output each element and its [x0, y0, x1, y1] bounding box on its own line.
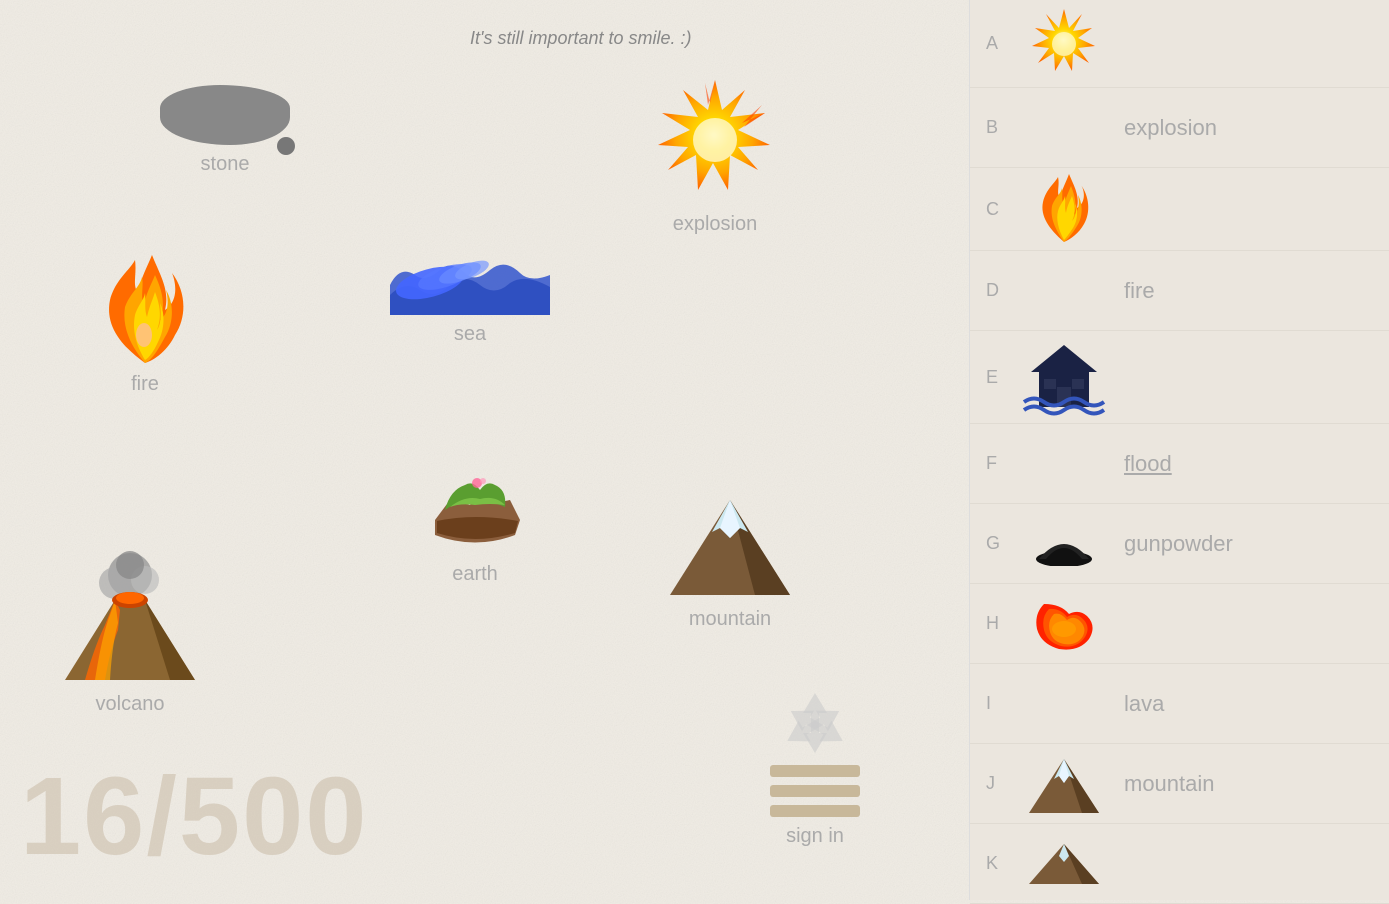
- sidebar-explosion-label-b: explosion: [1124, 115, 1217, 141]
- signin-label: sign in: [786, 825, 844, 848]
- main-area: It's still important to smile. :) stone: [0, 0, 970, 900]
- fire-item[interactable]: fire: [100, 255, 190, 396]
- sidebar-fire-label-d: fire: [1124, 278, 1155, 304]
- sidebar-row-c[interactable]: C: [970, 168, 1389, 251]
- volcano-label: volcano: [96, 693, 165, 716]
- signin-lines-icon: [770, 765, 860, 817]
- mountain-item[interactable]: mountain: [660, 490, 800, 631]
- sidebar-row-b[interactable]: B explosion: [970, 88, 1389, 168]
- sidebar-letter-e: E: [986, 367, 1014, 388]
- sidebar-lava-icon: [1029, 594, 1099, 654]
- sidebar-row-j[interactable]: J mountain: [970, 744, 1389, 824]
- sidebar-letter-i: I: [986, 693, 1014, 714]
- fire-label: fire: [131, 373, 159, 396]
- sidebar-mountain-partial-icon: [1024, 844, 1104, 884]
- explosion-label: explosion: [673, 213, 758, 236]
- sidebar-lava-icon-area: [1014, 594, 1114, 654]
- tagline: It's still important to smile. :): [470, 28, 691, 49]
- sidebar-flood-icon: [1019, 337, 1109, 417]
- sidebar-mountain-partial-icon-area: [1014, 844, 1114, 884]
- progress-counter: 16/500: [20, 753, 368, 880]
- earth-item[interactable]: earth: [415, 455, 535, 586]
- sea-item[interactable]: sea: [390, 255, 550, 346]
- earth-label: earth: [452, 563, 498, 586]
- sidebar-flood-icon-area: [1014, 337, 1114, 417]
- sidebar-gunpowder-label: gunpowder: [1124, 531, 1233, 557]
- sea-icon: [390, 255, 550, 315]
- sidebar-explosion-icon-area: [1014, 6, 1114, 81]
- sidebar-letter-g: G: [986, 533, 1014, 554]
- stone-icon: [160, 85, 290, 145]
- sidebar-row-a[interactable]: A: [970, 0, 1389, 88]
- sidebar-row-h[interactable]: H: [970, 584, 1389, 664]
- sidebar-gunpowder-icon: [1034, 521, 1094, 566]
- sea-label: sea: [454, 323, 486, 346]
- sidebar-row-e[interactable]: E: [970, 331, 1389, 424]
- earth-icon: [415, 455, 535, 555]
- sidebar-letter-d: D: [986, 280, 1014, 301]
- volcano-item[interactable]: volcano: [60, 545, 200, 716]
- sidebar-row-f[interactable]: F flood: [970, 424, 1389, 504]
- sidebar-fire-icon-area: [1014, 174, 1114, 244]
- fire-icon: [100, 255, 190, 365]
- sidebar-fire-icon: [1037, 174, 1092, 244]
- sidebar-row-g[interactable]: G gunpowder: [970, 504, 1389, 584]
- stone-item[interactable]: stone: [160, 85, 290, 176]
- sidebar-mountain-icon: [1024, 751, 1104, 816]
- sidebar-letter-c: C: [986, 199, 1014, 220]
- sidebar-letter-a: A: [986, 33, 1014, 54]
- sidebar-letter-h: H: [986, 613, 1014, 634]
- explosion-icon: [650, 75, 780, 205]
- sidebar-explosion-icon: [1027, 6, 1102, 81]
- sidebar-mountain-icon-area: [1014, 751, 1114, 816]
- sidebar-row-d[interactable]: D fire: [970, 251, 1389, 331]
- stone-label: stone: [201, 153, 250, 176]
- volcano-icon: [60, 545, 200, 685]
- sidebar-mountain-label-j: mountain: [1124, 771, 1215, 797]
- mountain-icon: [660, 490, 800, 600]
- sidebar-row-k[interactable]: K: [970, 824, 1389, 904]
- explosion-item[interactable]: explosion: [650, 75, 780, 236]
- sidebar-gunpowder-icon-area: [1014, 521, 1114, 566]
- recycle-icon: [775, 685, 855, 765]
- sidebar-letter-f: F: [986, 453, 1014, 474]
- sidebar-letter-b: B: [986, 117, 1014, 138]
- sidebar-lava-label-i: lava: [1124, 691, 1164, 717]
- sidebar-row-i[interactable]: I lava: [970, 664, 1389, 744]
- sidebar: A B explosion C: [969, 0, 1389, 900]
- mountain-label: mountain: [689, 608, 771, 631]
- sidebar-letter-j: J: [986, 773, 1014, 794]
- sidebar-letter-k: K: [986, 853, 1014, 874]
- signin-item[interactable]: sign in: [770, 685, 860, 848]
- sidebar-flood-label-f: flood: [1124, 451, 1172, 477]
